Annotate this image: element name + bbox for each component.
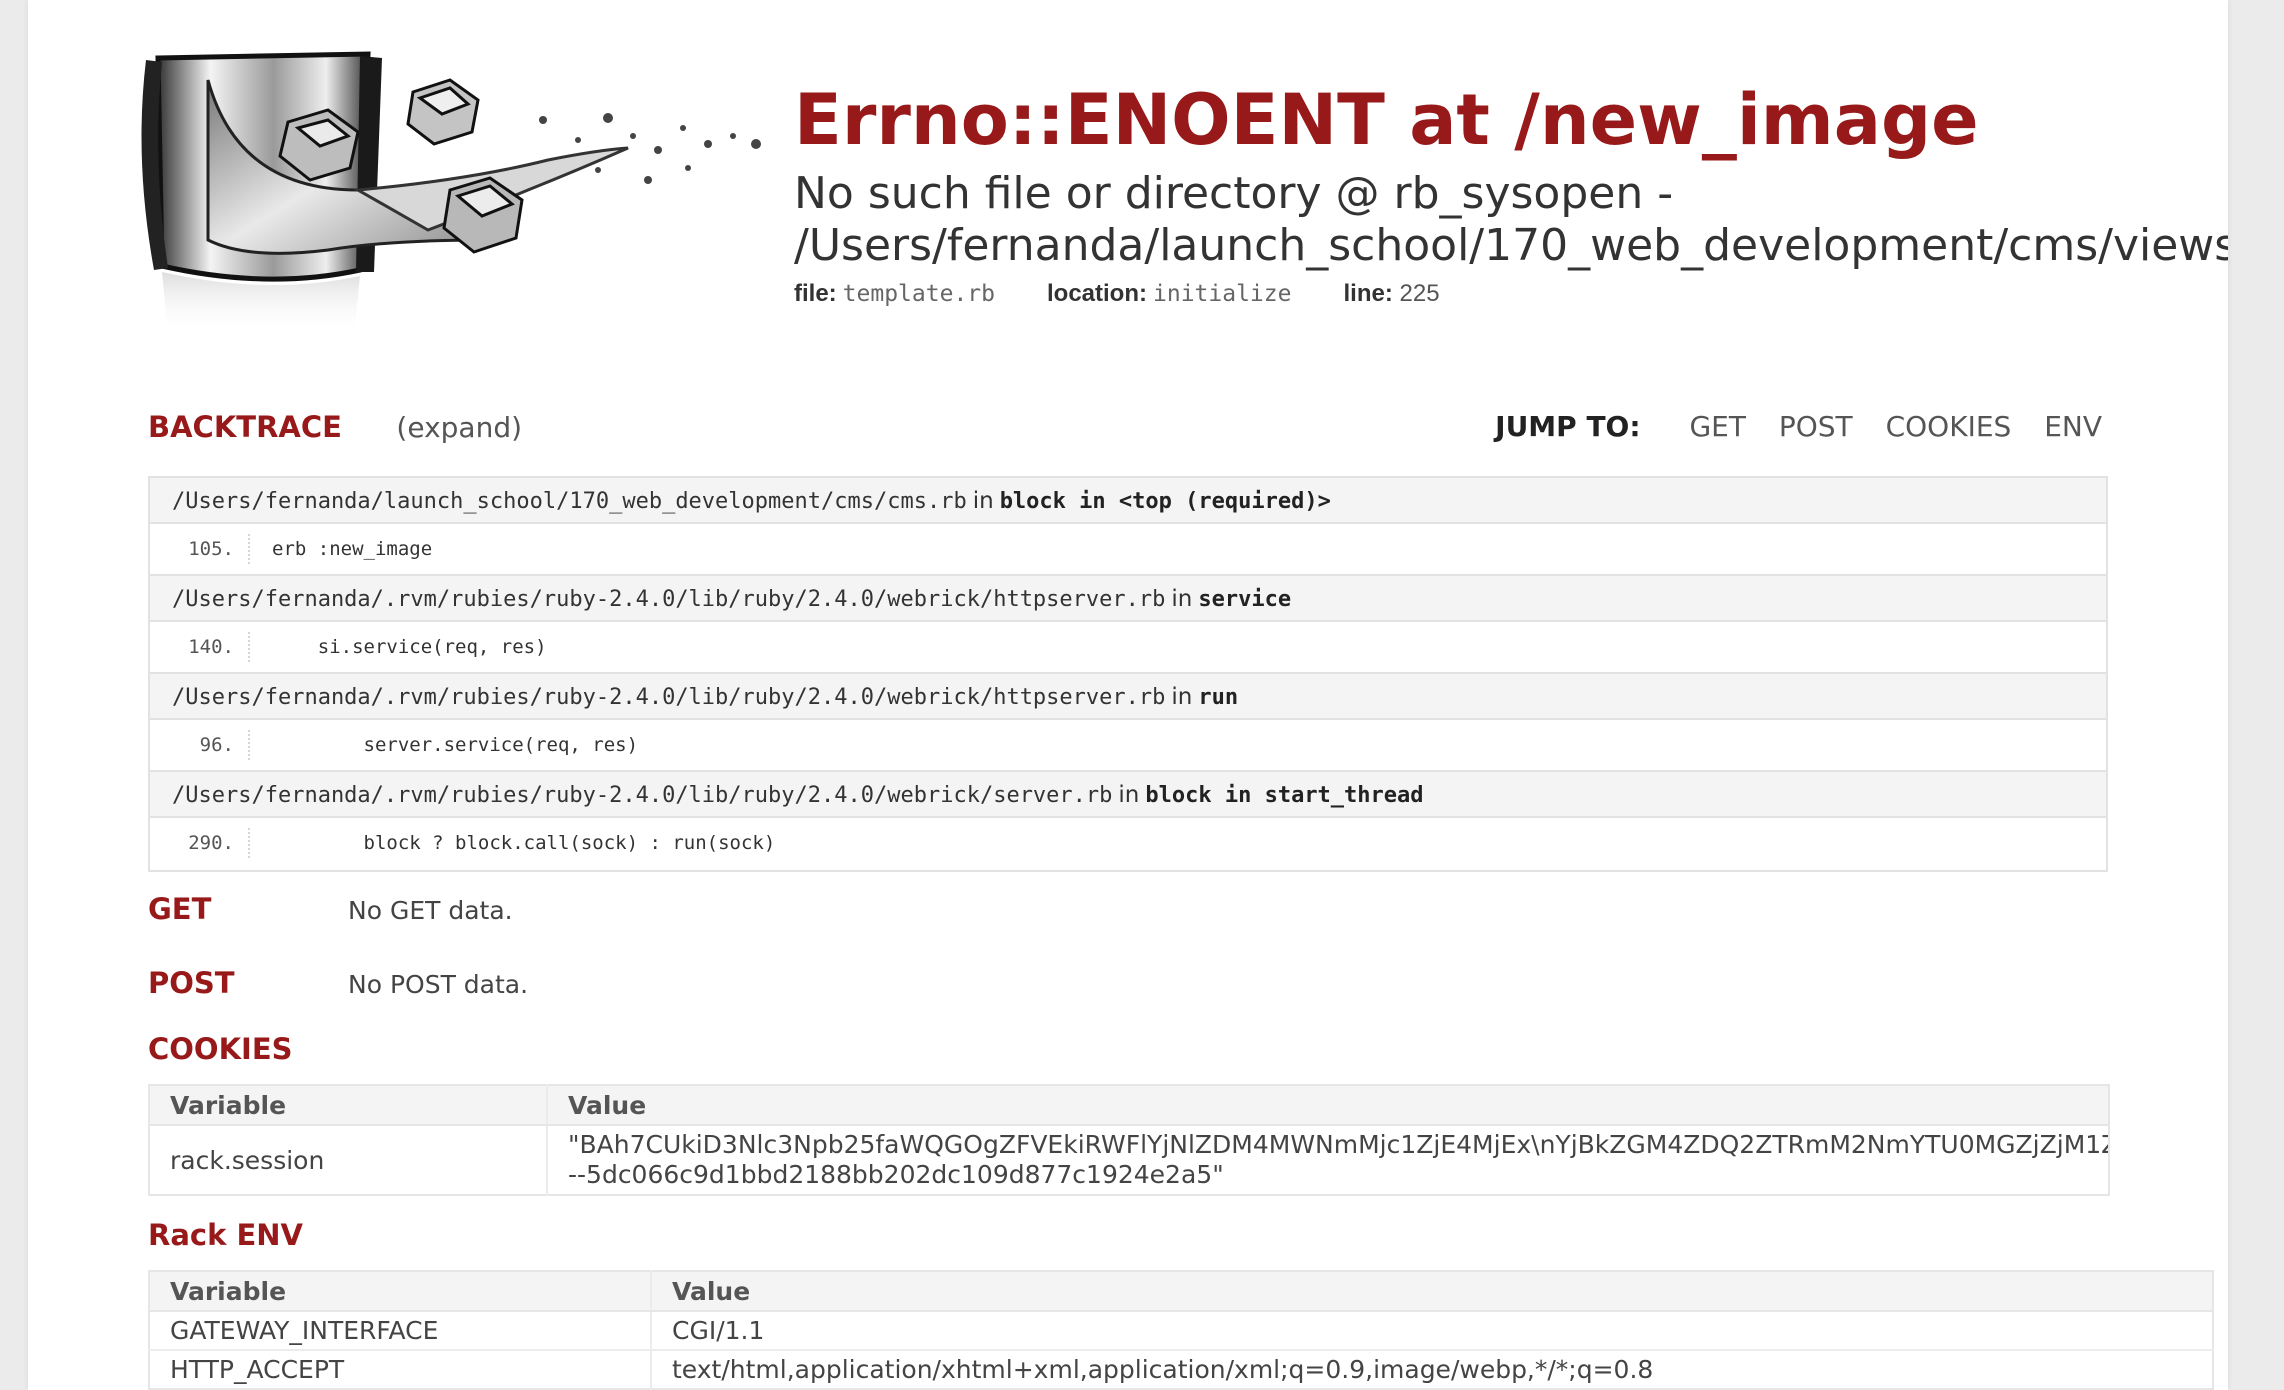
error-location: location: initialize bbox=[1047, 280, 1292, 307]
jump-to-label: JUMP TO: bbox=[1495, 410, 1641, 443]
backtrace-title: BACKTRACE bbox=[148, 410, 342, 444]
cookies-title: COOKIES bbox=[148, 1032, 293, 1066]
get-section: GET No GET data. bbox=[148, 872, 2108, 946]
backtrace-code-line: 290. block ? block.call(sock) : run(sock… bbox=[150, 818, 2106, 870]
jump-to-nav: JUMP TO: GET POST COOKIES ENV bbox=[1495, 410, 2102, 443]
error-content: BACKTRACE (expand) JUMP TO: GET POST COO… bbox=[148, 410, 2214, 1390]
error-message-line-1: No such file or directory @ rb_sysopen - bbox=[794, 168, 1674, 219]
jump-get-link[interactable]: GET bbox=[1689, 410, 1746, 443]
code-text: block ? block.call(sock) : run(sock) bbox=[272, 832, 776, 854]
column-header-value: Value bbox=[650, 1271, 2213, 1312]
env-variable: HTTP_ACCEPT bbox=[149, 1349, 651, 1389]
rack-env-title: Rack ENV bbox=[148, 1218, 303, 1252]
table-row: GATEWAY_INTERFACE CGI/1.1 bbox=[149, 1310, 2213, 1350]
get-title: GET bbox=[148, 892, 212, 926]
backtrace-list: /Users/fernanda/launch_school/170_web_de… bbox=[148, 476, 2108, 872]
backtrace-code-line: 140. si.service(req, res) bbox=[150, 622, 2106, 674]
rack-env-heading: Rack ENV bbox=[148, 1218, 2108, 1270]
jump-env-link[interactable]: ENV bbox=[2044, 410, 2102, 443]
cookie-variable: rack.session bbox=[149, 1124, 547, 1195]
error-file: file: template.rb bbox=[794, 280, 995, 307]
error-page: Errno::ENOENT at /new_image No such file… bbox=[28, 0, 2228, 1390]
expand-backtrace-link[interactable]: (expand) bbox=[396, 411, 522, 444]
line-number: 105. bbox=[150, 534, 250, 564]
error-line: line: 225 bbox=[1343, 280, 1440, 307]
backtrace-header: BACKTRACE (expand) JUMP TO: GET POST COO… bbox=[148, 410, 2108, 476]
line-number: 290. bbox=[150, 828, 250, 858]
table-header-row: Variable Value bbox=[149, 1271, 2213, 1312]
error-meta: file: template.rb location: initialize lin… bbox=[794, 280, 2228, 308]
backtrace-frame-header[interactable]: /Users/fernanda/.rvm/rubies/ruby-2.4.0/l… bbox=[150, 674, 2106, 720]
error-headline: Errno::ENOENT at /new_image No such file… bbox=[794, 72, 2228, 308]
cookies-heading: COOKIES bbox=[148, 1032, 2108, 1084]
sinatra-glass-splash-logo-icon bbox=[128, 40, 788, 340]
jump-cookies-link[interactable]: COOKIES bbox=[1886, 410, 2012, 443]
column-header-variable: Variable bbox=[149, 1085, 547, 1126]
code-text: server.service(req, res) bbox=[272, 734, 639, 756]
backtrace-frame-header[interactable]: /Users/fernanda/.rvm/rubies/ruby-2.4.0/l… bbox=[150, 772, 2106, 818]
cookie-value: "BAh7CUkiD3Nlc3Npb25faWQGOgZFVEkiRWFlYjN… bbox=[546, 1124, 2109, 1195]
get-no-data: No GET data. bbox=[348, 896, 513, 925]
env-variable: GATEWAY_INTERFACE bbox=[149, 1310, 651, 1350]
line-number: 140. bbox=[150, 632, 250, 662]
table-row: HTTP_ACCEPT text/html,application/xhtml+… bbox=[149, 1349, 2213, 1389]
post-section: POST No POST data. bbox=[148, 946, 2108, 1020]
post-title: POST bbox=[148, 966, 235, 1000]
table-header-row: Variable Value bbox=[149, 1085, 2109, 1126]
backtrace-code-line: 105. erb :new_image bbox=[150, 524, 2106, 576]
column-header-variable: Variable bbox=[149, 1271, 651, 1312]
backtrace-frame-header[interactable]: /Users/fernanda/.rvm/rubies/ruby-2.4.0/l… bbox=[150, 576, 2106, 622]
env-value: CGI/1.1 bbox=[650, 1310, 2213, 1350]
post-no-data: No POST data. bbox=[348, 970, 529, 999]
code-text: erb :new_image bbox=[272, 538, 433, 560]
error-header: Errno::ENOENT at /new_image No such file… bbox=[28, 0, 2228, 360]
line-number: 96. bbox=[150, 730, 250, 760]
jump-post-link[interactable]: POST bbox=[1779, 410, 1853, 443]
error-title: Errno::ENOENT at /new_image bbox=[794, 79, 1979, 161]
table-row: rack.session "BAh7CUkiD3Nlc3Npb25faWQGOg… bbox=[149, 1124, 2109, 1195]
env-value: text/html,application/xhtml+xml,applicat… bbox=[650, 1349, 2213, 1389]
backtrace-frame-header[interactable]: /Users/fernanda/launch_school/170_web_de… bbox=[150, 478, 2106, 524]
cookies-table: Variable Value rack.session "BAh7CUkiD3N… bbox=[148, 1084, 2110, 1196]
rack-env-table: Variable Value GATEWAY_INTERFACE CGI/1.1… bbox=[148, 1270, 2214, 1390]
error-message-line-2: /Users/fernanda/launch_school/170_web_de… bbox=[794, 220, 2228, 271]
column-header-value: Value bbox=[546, 1085, 2109, 1126]
backtrace-code-line: 96. server.service(req, res) bbox=[150, 720, 2106, 772]
code-text: si.service(req, res) bbox=[272, 636, 547, 658]
